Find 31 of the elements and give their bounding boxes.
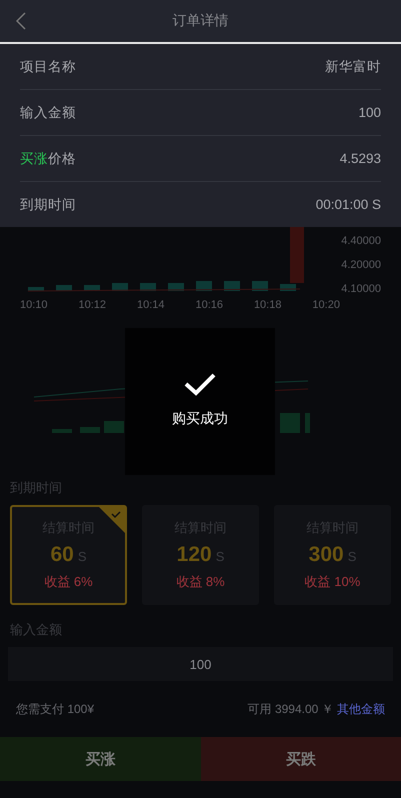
detail-value: 新华富时	[325, 58, 381, 76]
axis-label: 4.10000	[341, 283, 381, 295]
page-title: 订单详情	[172, 12, 228, 30]
detail-label: 到期时间	[20, 196, 76, 214]
other-amount-link[interactable]: 其他金额	[337, 702, 385, 716]
axis-label: 10:16	[195, 299, 223, 311]
toast-message: 购买成功	[172, 410, 228, 428]
axis-label: 10:20	[312, 299, 340, 311]
option-seconds: 120	[176, 543, 212, 566]
axis-label: 4.40000	[341, 235, 381, 247]
option-seconds: 60	[50, 543, 74, 566]
payment-due: 您需支付 100¥	[16, 700, 94, 718]
axis-label: 4.20000	[341, 259, 381, 271]
available-balance: 可用 3994.00 ￥	[248, 702, 334, 716]
detail-label: 买涨价格	[20, 150, 76, 168]
option-yield: 收益 8%	[176, 573, 225, 591]
trade-button[interactable]: 买涨	[0, 737, 200, 781]
option-yield: 收益 10%	[304, 573, 360, 591]
detail-label: 输入金额	[20, 104, 76, 122]
axis-label: 10:10	[20, 299, 48, 311]
option-seconds: 300	[308, 543, 344, 566]
detail-value: 4.5293	[340, 151, 381, 166]
amount-field[interactable]: 100	[8, 647, 393, 681]
detail-label: 项目名称	[20, 58, 76, 76]
axis-label: 10:18	[254, 299, 282, 311]
trade-button[interactable]: 买跌	[200, 737, 401, 781]
detail-value: 100	[358, 105, 381, 120]
detail-value: 00:01:00 S	[316, 197, 381, 212]
axis-label: 10:14	[136, 299, 164, 311]
axis-label: 10:12	[78, 299, 106, 311]
option-yield: 收益 6%	[44, 573, 93, 591]
